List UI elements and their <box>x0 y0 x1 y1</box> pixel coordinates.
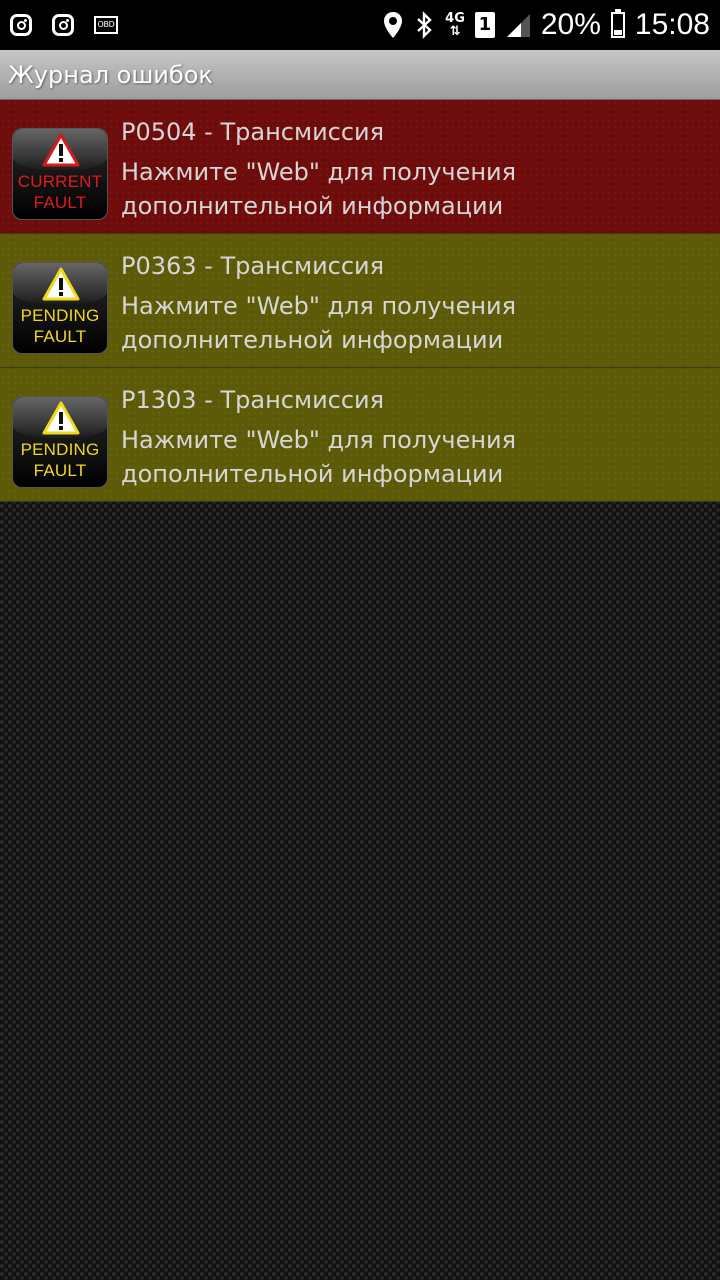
fault-list-item[interactable]: PENDING FAULT P1303 - Трансмиссия Нажмит… <box>0 368 720 502</box>
status-bar: OBD 4G ⇅ 1 20% 15:08 <box>0 0 720 50</box>
warning-icon <box>42 267 80 301</box>
pending-fault-badge: PENDING FAULT <box>12 396 108 488</box>
clock: 15:08 <box>634 8 710 41</box>
pending-fault-badge: PENDING FAULT <box>12 262 108 354</box>
fault-description: Нажмите "Web" для получения дополнительн… <box>121 292 517 354</box>
battery-percent: 20% <box>540 8 601 41</box>
fault-list-item[interactable]: CURRENT FAULT P0504 - Трансмиссия Нажмит… <box>0 100 720 234</box>
location-icon <box>384 12 403 38</box>
fault-description: Нажмите "Web" для получения дополнительн… <box>121 158 517 220</box>
fault-description: Нажмите "Web" для получения дополнительн… <box>121 426 517 488</box>
instagram-icon <box>52 14 74 36</box>
badge-label: PENDING FAULT <box>20 306 100 346</box>
data-arrows-icon: ⇅ <box>449 24 461 39</box>
warning-icon <box>42 401 80 435</box>
instagram-icon <box>10 14 32 36</box>
fault-list-item[interactable]: PENDING FAULT P0363 - Трансмиссия Нажмит… <box>0 234 720 368</box>
fault-code: P0363 - Трансмиссия <box>121 252 385 280</box>
network-type-indicator: 4G ⇅ <box>445 11 465 39</box>
bluetooth-icon <box>417 11 432 39</box>
sim-slot-indicator: 1 <box>474 12 495 38</box>
notification-icons: OBD <box>10 8 118 42</box>
signal-strength-icon <box>506 14 530 37</box>
action-bar: Журнал ошибок <box>0 50 720 100</box>
battery-icon <box>610 9 625 38</box>
obd-icon: OBD <box>94 16 118 34</box>
fault-list: CURRENT FAULT P0504 - Трансмиссия Нажмит… <box>0 100 720 502</box>
system-icons: 4G ⇅ 1 20% 15:08 <box>383 0 710 50</box>
fault-code: P0504 - Трансмиссия <box>121 118 385 146</box>
badge-label: CURRENT FAULT <box>17 172 103 212</box>
fault-code: P1303 - Трансмиссия <box>121 386 385 414</box>
page-title: Журнал ошибок <box>8 61 213 89</box>
current-fault-badge: CURRENT FAULT <box>12 128 108 220</box>
warning-icon <box>42 133 80 167</box>
badge-label: PENDING FAULT <box>20 440 100 480</box>
